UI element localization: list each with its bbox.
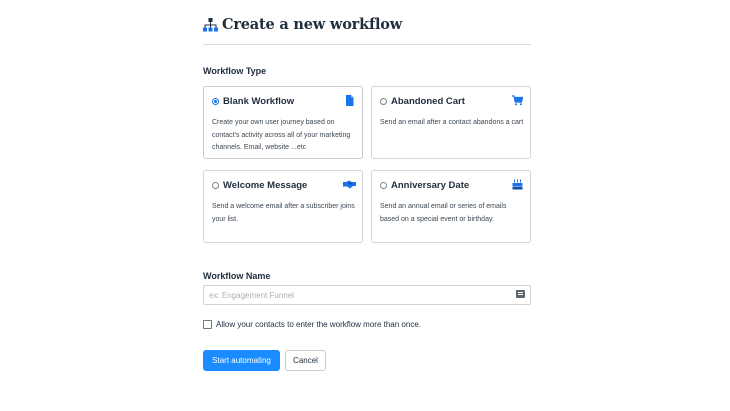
card-description: Create your own user journey based on co…: [212, 119, 351, 151]
cancel-button[interactable]: Cancel: [285, 350, 326, 371]
workflow-card-abandoned-cart[interactable]: Abandoned Cart Send an email after a con…: [371, 86, 531, 159]
workflow-name-input[interactable]: [203, 285, 531, 305]
card-title: Abandoned Cart: [391, 96, 465, 107]
allow-reentry-label[interactable]: Allow your contacts to enter the workflo…: [216, 320, 421, 329]
birthday-cake-icon: [512, 179, 523, 190]
workflow-card-blank[interactable]: Blank Workflow Create your own user jour…: [203, 86, 363, 159]
radio-blank[interactable]: [212, 98, 219, 105]
card-description: Send an email after a contact abandons a…: [380, 119, 524, 126]
shopping-cart-icon: [512, 95, 523, 106]
workflow-card-welcome-message[interactable]: Welcome Message Send a welcome email aft…: [203, 170, 363, 243]
page-header: Create a new workflow: [203, 14, 531, 45]
card-title: Blank Workflow: [223, 96, 295, 107]
workflow-type-label: Workflow Type: [203, 66, 267, 76]
page-title: Create a new workflow: [222, 16, 403, 33]
start-automating-button[interactable]: Start automating: [203, 350, 280, 371]
handshake-icon: [343, 180, 356, 189]
card-description: Send an annual email or series of emails…: [380, 203, 507, 223]
workflow-name-label: Workflow Name: [203, 271, 271, 281]
radio-abandoned-cart[interactable]: [380, 98, 387, 105]
radio-anniversary-date[interactable]: [380, 182, 387, 189]
document-icon: [346, 95, 354, 106]
allow-reentry-checkbox[interactable]: [203, 320, 212, 329]
id-card-icon: [516, 290, 525, 298]
sitemap-icon: [203, 18, 218, 32]
radio-welcome-message[interactable]: [212, 182, 219, 189]
card-title: Welcome Message: [223, 180, 308, 191]
card-title: Anniversary Date: [391, 180, 470, 191]
workflow-card-anniversary-date[interactable]: Anniversary Date Send an annual email or…: [371, 170, 531, 243]
card-description: Send a welcome email after a subscriber …: [212, 203, 355, 223]
